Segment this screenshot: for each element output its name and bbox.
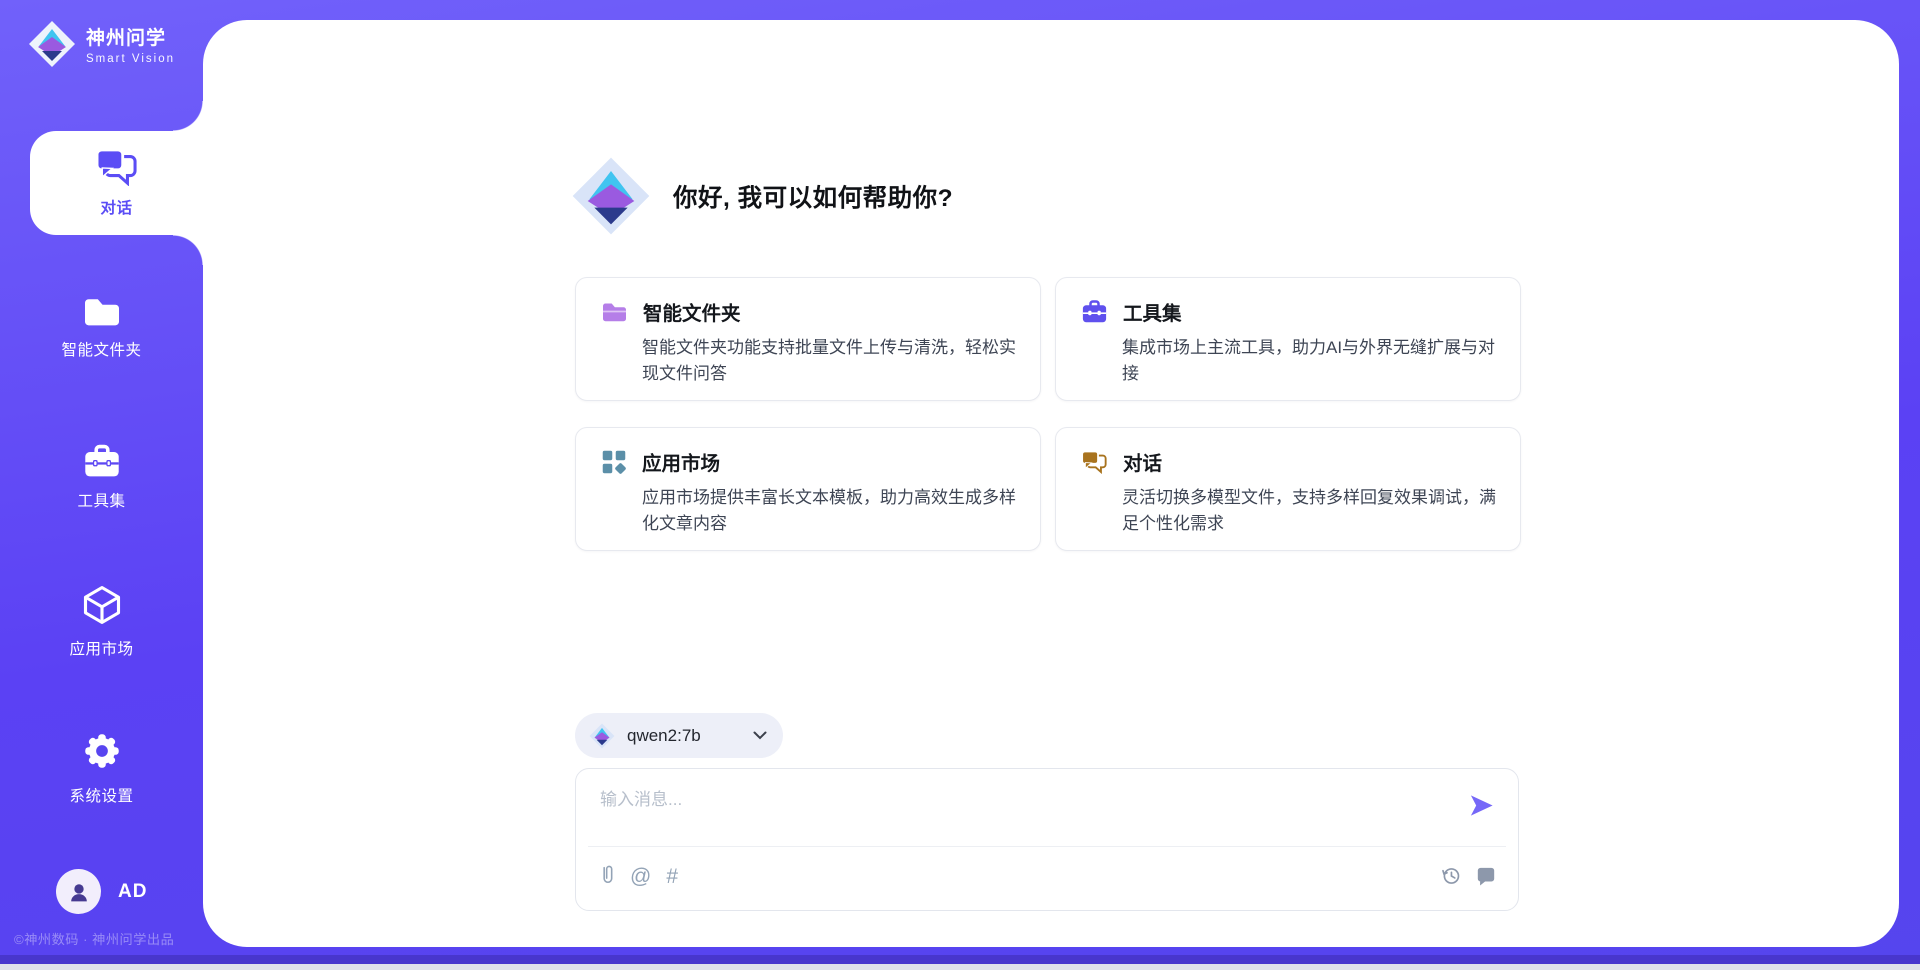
greeting-title: 你好, 我可以如何帮助你? xyxy=(673,179,953,214)
sidebar-item-smart-folder[interactable]: 智能文件夹 xyxy=(0,294,203,360)
brand-name: 神州问学 xyxy=(86,23,175,50)
message-bubble-icon[interactable] xyxy=(1476,866,1496,886)
card-toolset[interactable]: 工具集 集成市场上主流工具，助力AI与外界无缝扩展与对接 xyxy=(1055,277,1521,401)
app-root: { "brand": { "name": "神州问学", "tagline": … xyxy=(0,0,1920,970)
person-icon xyxy=(66,879,92,905)
attach-file-icon[interactable] xyxy=(600,863,615,889)
chat-icon xyxy=(95,148,139,186)
card-chat[interactable]: 对话 灵活切换多模型文件，支持多样回复效果调试，满足个性化需求 xyxy=(1055,427,1521,551)
avatar xyxy=(56,869,101,914)
copyright-text: ©神州数码 · 神州问学出品 xyxy=(14,929,174,948)
card-app-market[interactable]: 应用市场 应用市场提供丰富长文本模板，助力高效生成多样化文章内容 xyxy=(575,427,1041,551)
cube-icon xyxy=(80,583,124,627)
brand-diamond-icon xyxy=(571,156,651,236)
sidebar-item-app-market[interactable]: 应用市场 xyxy=(0,583,203,659)
sidebar-item-settings[interactable]: 系统设置 xyxy=(0,728,203,806)
feature-cards: 智能文件夹 智能文件夹功能支持批量文件上传与清洗，轻松实现文件问答 工具集 集成… xyxy=(575,277,1521,551)
card-title: 对话 xyxy=(1123,447,1162,476)
chat-icon xyxy=(1081,450,1108,474)
briefcase-icon xyxy=(1081,299,1108,324)
card-description: 智能文件夹功能支持批量文件上传与清洗，轻松实现文件问答 xyxy=(642,335,1018,386)
model-name: qwen2:7b xyxy=(627,726,741,746)
card-title: 智能文件夹 xyxy=(643,297,741,326)
user-initials: AD xyxy=(118,881,147,903)
tab-scoop-bottom xyxy=(173,235,203,265)
window-bottom-edge xyxy=(0,955,1920,964)
brand-diamond-icon xyxy=(589,723,615,749)
card-title: 应用市场 xyxy=(642,447,720,476)
chevron-down-icon xyxy=(753,731,767,740)
sidebar-item-chat[interactable]: 对话 xyxy=(30,131,203,235)
hashtag-icon[interactable]: # xyxy=(666,866,678,887)
mention-icon[interactable]: @ xyxy=(630,866,651,887)
user-account[interactable]: AD xyxy=(56,869,147,914)
sidebar-item-label: 工具集 xyxy=(77,489,125,511)
sidebar-item-toolset[interactable]: 工具集 xyxy=(0,443,203,511)
model-selector[interactable]: qwen2:7b xyxy=(575,713,783,758)
gear-icon xyxy=(79,728,125,774)
folder-icon xyxy=(601,300,628,323)
send-button[interactable] xyxy=(1468,791,1496,819)
greeting-block: 你好, 我可以如何帮助你? xyxy=(571,156,953,236)
apps-icon xyxy=(601,449,627,475)
composer-toolbar-right xyxy=(1440,862,1496,890)
brand-logo: 神州问学 Smart Vision xyxy=(28,20,175,68)
main-content-panel: 你好, 我可以如何帮助你? 智能文件夹 智能文件夹功能支持批量文件上传与清洗，轻… xyxy=(203,20,1899,947)
brand-tagline: Smart Vision xyxy=(86,53,175,65)
briefcase-icon xyxy=(82,443,122,479)
history-icon[interactable] xyxy=(1440,865,1462,887)
composer-divider xyxy=(588,846,1506,847)
sidebar-item-label: 系统设置 xyxy=(69,784,133,806)
sidebar-item-label: 应用市场 xyxy=(69,637,133,659)
card-description: 应用市场提供丰富长文本模板，助力高效生成多样化文章内容 xyxy=(642,485,1018,536)
brand-diamond-icon xyxy=(28,20,76,68)
sidebar: 神州问学 Smart Vision 对话 智能文件夹 工具集 xyxy=(0,0,203,970)
card-description: 集成市场上主流工具，助力AI与外界无缝扩展与对接 xyxy=(1122,335,1498,386)
window-bottom-strip xyxy=(0,964,1920,970)
composer-toolbar-left: @ # xyxy=(600,860,678,892)
message-composer: @ # xyxy=(575,768,1519,911)
sidebar-item-label: 对话 xyxy=(100,196,132,218)
tab-scoop-top xyxy=(173,101,203,131)
card-smart-folder[interactable]: 智能文件夹 智能文件夹功能支持批量文件上传与清洗，轻松实现文件问答 xyxy=(575,277,1041,401)
folder-icon xyxy=(81,294,123,328)
card-title: 工具集 xyxy=(1123,297,1182,326)
sidebar-item-label: 智能文件夹 xyxy=(61,338,141,360)
message-input[interactable] xyxy=(600,785,1460,837)
card-description: 灵活切换多模型文件，支持多样回复效果调试，满足个性化需求 xyxy=(1122,485,1498,536)
